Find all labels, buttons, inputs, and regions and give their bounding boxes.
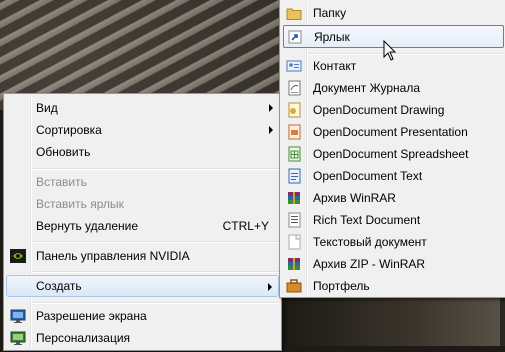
- submenu-item-od-presentation[interactable]: OpenDocument Presentation: [282, 121, 504, 143]
- submenu-item-od-drawing[interactable]: OpenDocument Drawing: [282, 99, 504, 121]
- briefcase-icon: [286, 279, 302, 293]
- menu-item-create[interactable]: Создать: [6, 275, 279, 297]
- submenu-item-od-spreadsheet[interactable]: OpenDocument Spreadsheet: [282, 143, 504, 165]
- od-text-icon: [288, 168, 301, 184]
- contact-icon: [286, 60, 302, 72]
- menu-item-sort[interactable]: Сортировка: [6, 119, 279, 141]
- menu-item-label: OpenDocument Spreadsheet: [313, 147, 469, 161]
- desktop-context-menu: Вид Сортировка Обновить Вставить Вставит…: [3, 93, 282, 351]
- menu-item-label: Сортировка: [36, 123, 102, 137]
- menu-item-label: Портфель: [313, 279, 370, 293]
- menu-item-label: Ярлык: [314, 29, 350, 44]
- winrar-zip-icon: [288, 258, 300, 270]
- menu-item-label: Разрешение экрана: [36, 309, 147, 323]
- menu-item-refresh[interactable]: Обновить: [6, 141, 279, 163]
- menu-item-label: Контакт: [313, 59, 357, 73]
- od-drawing-icon: [288, 102, 301, 118]
- wallpaper-shadow: [280, 296, 505, 352]
- menu-item-personalization[interactable]: Персонализация: [6, 327, 279, 349]
- menu-separator: [32, 302, 279, 304]
- menu-item-label: Обновить: [36, 145, 91, 159]
- submenu-arrow-icon: [268, 283, 272, 291]
- menu-item-label: Текстовый документ: [313, 235, 427, 249]
- menu-item-label: Документ Журнала: [313, 81, 421, 95]
- menu-item-label: Панель управления NVIDIA: [36, 249, 190, 263]
- mouse-cursor-icon: [383, 40, 397, 61]
- submenu-item-text-document[interactable]: Текстовый документ: [282, 231, 504, 253]
- menu-item-label: OpenDocument Text: [313, 169, 423, 183]
- menu-item-label: Вернуть удаление: [36, 219, 139, 233]
- nvidia-icon: [10, 249, 26, 263]
- shortcut-label: CTRL+Y: [222, 219, 269, 233]
- menu-item-paste-shortcut[interactable]: Вставить ярлык: [6, 193, 279, 215]
- menu-item-label: Архив WinRAR: [313, 191, 396, 205]
- od-spreadsheet-icon: [288, 146, 301, 162]
- journal-icon: [288, 80, 301, 96]
- submenu-arrow-icon: [269, 104, 273, 112]
- submenu-item-folder[interactable]: Папку: [282, 2, 504, 24]
- menu-item-undo-delete[interactable]: Вернуть удаление CTRL+Y: [6, 215, 279, 237]
- menu-item-label: Вид: [36, 101, 58, 115]
- submenu-item-od-text[interactable]: OpenDocument Text: [282, 165, 504, 187]
- menu-separator: [32, 241, 279, 243]
- menu-item-screen-resolution[interactable]: Разрешение экрана: [6, 305, 279, 327]
- submenu-arrow-icon: [269, 126, 273, 134]
- rtf-icon: [288, 212, 301, 228]
- menu-item-label: Rich Text Document: [313, 213, 421, 227]
- submenu-item-winrar-zip[interactable]: Архив ZIP - WinRAR: [282, 253, 504, 275]
- shortcut-icon: [288, 30, 302, 44]
- menu-item-label: Персонализация: [36, 331, 131, 345]
- submenu-item-rtf[interactable]: Rich Text Document: [282, 209, 504, 231]
- display-icon: [10, 309, 26, 323]
- submenu-item-briefcase[interactable]: Портфель: [282, 275, 504, 297]
- folder-icon: [286, 8, 302, 20]
- menu-separator: [32, 271, 279, 273]
- od-presentation-icon: [288, 124, 301, 140]
- menu-item-view[interactable]: Вид: [6, 97, 279, 119]
- menu-item-label: Папку: [313, 6, 347, 20]
- menu-item-label: Вставить ярлык: [36, 197, 124, 211]
- personalize-icon: [10, 331, 26, 345]
- menu-item-nvidia-panel[interactable]: Панель управления NVIDIA: [6, 245, 279, 267]
- menu-item-label: OpenDocument Drawing: [313, 103, 445, 117]
- winrar-icon: [288, 192, 300, 204]
- menu-item-label: Создать: [36, 279, 82, 293]
- menu-item-label: Архив ZIP - WinRAR: [313, 257, 426, 271]
- text-doc-icon: [288, 234, 301, 250]
- menu-item-label: OpenDocument Presentation: [313, 125, 468, 139]
- submenu-item-winrar-archive[interactable]: Архив WinRAR: [282, 187, 504, 209]
- menu-item-paste[interactable]: Вставить: [6, 171, 279, 193]
- menu-separator: [32, 168, 279, 170]
- menu-item-label: Вставить: [36, 175, 87, 189]
- submenu-item-journal[interactable]: Документ Журнала: [282, 77, 504, 99]
